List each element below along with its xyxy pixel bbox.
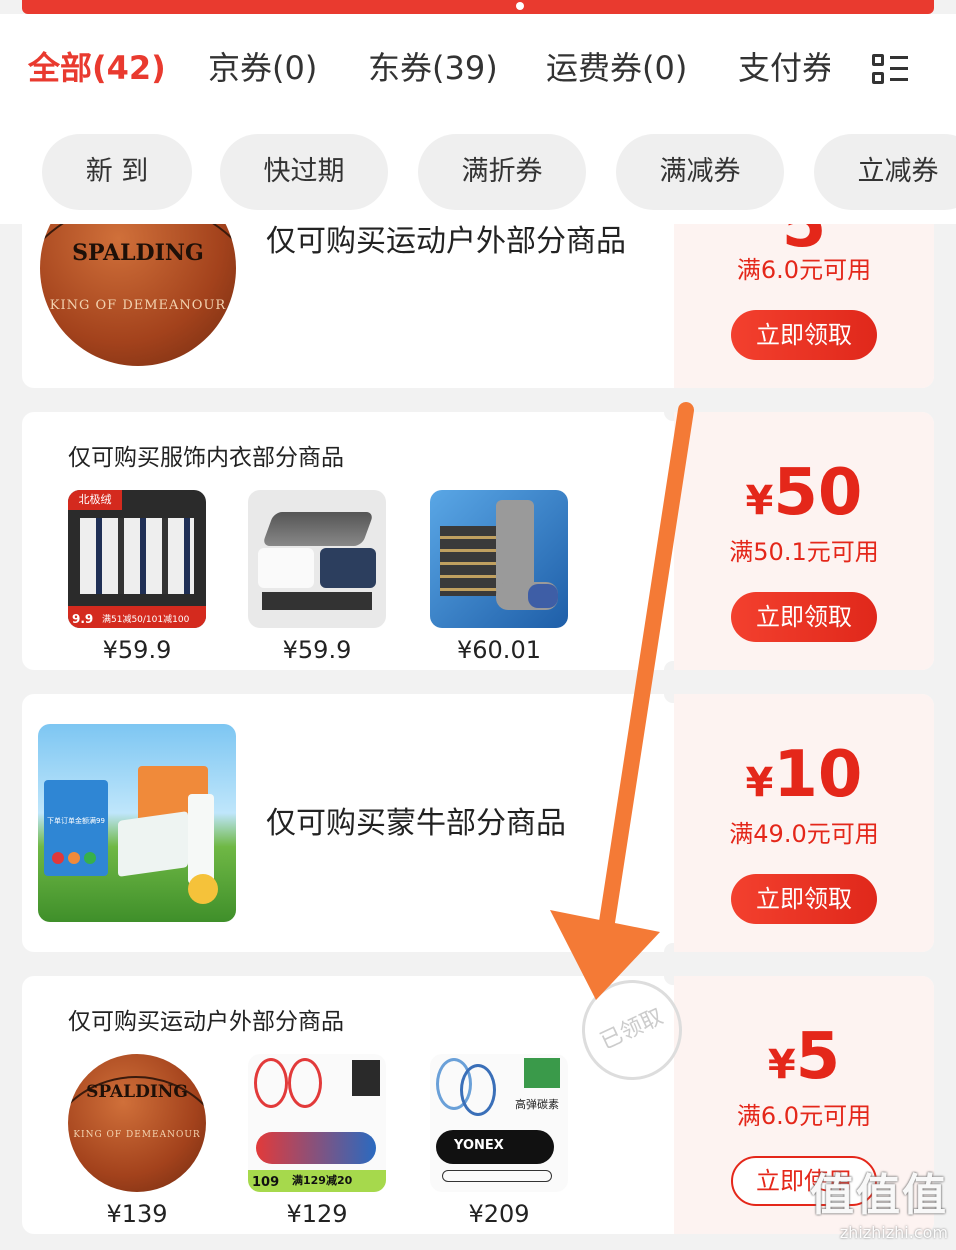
coupon-condition: 满49.0元可用	[729, 820, 879, 848]
basketball-product-image[interactable]: SPALDING KING OF DEMEANOUR	[68, 1054, 206, 1192]
coupon-title: 仅可购买服饰内衣部分商品	[68, 445, 344, 471]
tab-jing-coupon[interactable]: 京券(0)	[208, 38, 317, 98]
coupon-condition: 满50.1元可用	[729, 538, 879, 566]
chip-new[interactable]: 新 到	[42, 134, 192, 210]
claim-button[interactable]: 立即领取	[731, 874, 877, 924]
product-price: ¥59.9	[282, 636, 352, 664]
tab-payment-coupon[interactable]: 支付券	[738, 38, 830, 98]
coupon-type-tabs: 全部(42) 京券(0) 东券(39) 运费券(0) 支付券	[0, 38, 956, 98]
menu-grid-icon[interactable]	[868, 52, 908, 86]
chip-expiring[interactable]: 快过期	[220, 134, 388, 210]
coupon-amount: ¥50	[745, 456, 863, 530]
chip-discount[interactable]: 满折券	[418, 134, 586, 210]
chip-full-reduction[interactable]: 满减券	[616, 134, 784, 210]
product-price: ¥209	[468, 1200, 530, 1228]
claim-button[interactable]: 立即领取	[731, 592, 877, 642]
socks-product-image[interactable]: 北极绒 9.9 满51减50/101减100	[68, 490, 206, 628]
coupon-amount: ¥10	[745, 738, 863, 812]
tab-shipping-coupon[interactable]: 运费券(0)	[546, 38, 687, 98]
socks-product-image[interactable]	[248, 490, 386, 628]
coupon-card: 仅可购买运动户外部分商品 SPALDING KING OF DEMEANOUR …	[22, 976, 934, 1234]
coupon-condition: 满6.0元可用	[736, 256, 872, 284]
mengniu-product-image[interactable]: 下单订单金额满99	[38, 724, 236, 922]
socks-product-image[interactable]	[430, 490, 568, 628]
badminton-racket-product-image[interactable]: 高弹碳素 YONEX	[430, 1054, 568, 1192]
coupon-title: 仅可购买运动户外部分商品	[68, 1009, 344, 1035]
tab-all[interactable]: 全部(42)	[28, 38, 166, 98]
filter-chips: 新 到 快过期 满折券 满减券 立减券	[0, 134, 956, 210]
product-price: ¥129	[286, 1200, 348, 1228]
coupon-header: 全部(42) 京券(0) 东券(39) 运费券(0) 支付券 新 到 快过期 满…	[0, 14, 956, 224]
coupon-amount: ¥5	[767, 1020, 841, 1094]
coupon-card: 仅可购买服饰内衣部分商品 北极绒 9.9 满51减50/101减100 ¥59.…	[22, 412, 934, 670]
product-price: ¥59.9	[102, 636, 172, 664]
coupon-title: 仅可购买运动户外部分商品	[266, 224, 626, 259]
coupon-condition: 满6.0元可用	[736, 1102, 872, 1130]
coupon-card: 下单订单金额满99 仅可购买蒙牛部分商品 ¥10 满49.0元可用 立即领取	[22, 694, 934, 952]
top-banner	[22, 0, 934, 14]
product-price: ¥60.01	[457, 636, 541, 664]
chip-instant-reduction[interactable]: 立减券	[814, 134, 956, 210]
product-price: ¥139	[106, 1200, 168, 1228]
site-watermark: 值值值 zhizhizhi.com	[810, 1170, 948, 1242]
coupon-title: 仅可购买蒙牛部分商品	[266, 806, 566, 841]
banner-dot	[516, 2, 524, 10]
badminton-racket-product-image[interactable]: 109 满129减20	[248, 1054, 386, 1192]
tab-dong-coupon[interactable]: 东券(39)	[368, 38, 498, 98]
claim-button[interactable]: 立即领取	[731, 310, 877, 360]
